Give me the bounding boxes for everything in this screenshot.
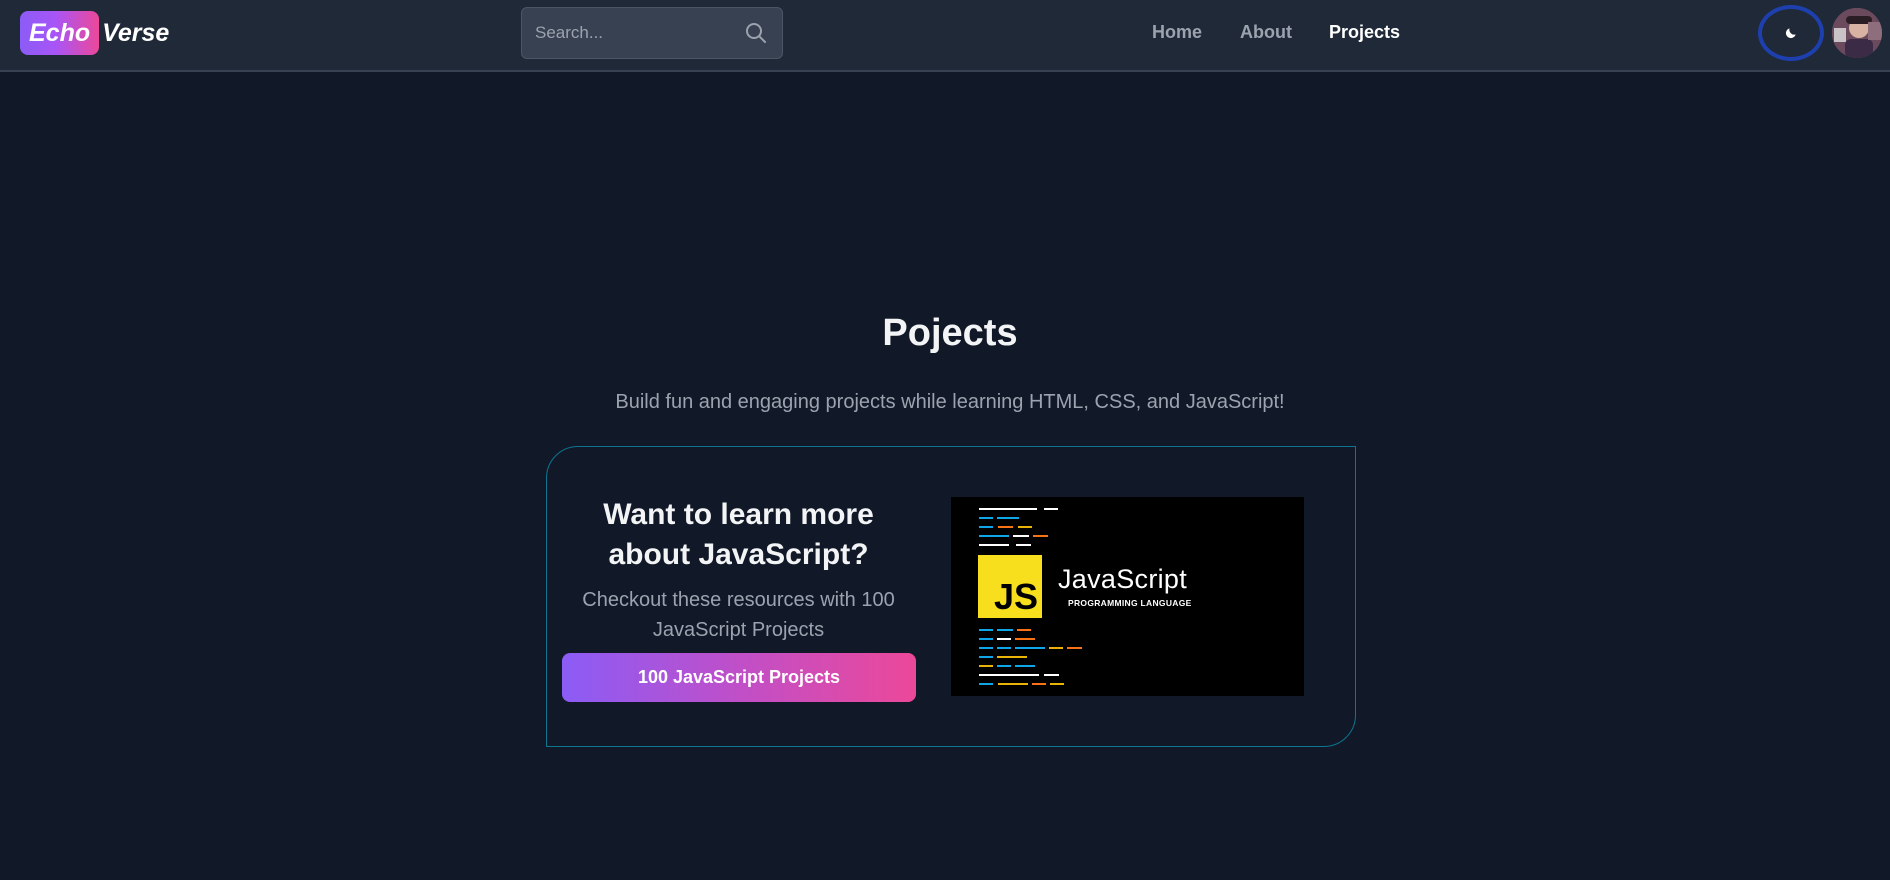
- js-logo-badge: JS: [978, 555, 1042, 618]
- nav-link-home[interactable]: Home: [1152, 22, 1202, 43]
- javascript-banner-image: JS JavaScript PROGRAMMING LANGUAGE: [951, 497, 1304, 696]
- javascript-projects-button[interactable]: 100 JavaScript Projects: [562, 653, 916, 702]
- search-icon[interactable]: [744, 21, 768, 45]
- nav-link-about[interactable]: About: [1240, 22, 1292, 43]
- javascript-wordmark: JavaScript: [1058, 564, 1188, 594]
- moon-icon: [1785, 28, 1796, 39]
- logo[interactable]: Echo Verse: [20, 11, 169, 55]
- page-subtitle: Build fun and engaging projects while le…: [615, 391, 1285, 413]
- avatar-image: [1832, 8, 1882, 58]
- page-title: Pojects: [882, 312, 1018, 354]
- logo-echo: Echo: [20, 11, 100, 55]
- card-heading: Want to learn more about JavaScript?: [603, 498, 874, 571]
- search-box: [521, 7, 783, 59]
- card-text: Checkout these resources with 100 JavaSc…: [582, 589, 895, 641]
- theme-toggle-button[interactable]: [1758, 5, 1824, 61]
- search-input[interactable]: [522, 8, 737, 58]
- logo-verse: Verse: [102, 18, 170, 47]
- javascript-tagline: PROGRAMMING LANGUAGE: [1068, 598, 1192, 608]
- resource-card: Want to learn more about JavaScript? Che…: [546, 446, 1356, 747]
- nav-link-projects[interactable]: Projects: [1329, 22, 1400, 43]
- navbar: Echo Verse Home About Projects: [0, 0, 1890, 72]
- user-avatar[interactable]: [1832, 8, 1882, 58]
